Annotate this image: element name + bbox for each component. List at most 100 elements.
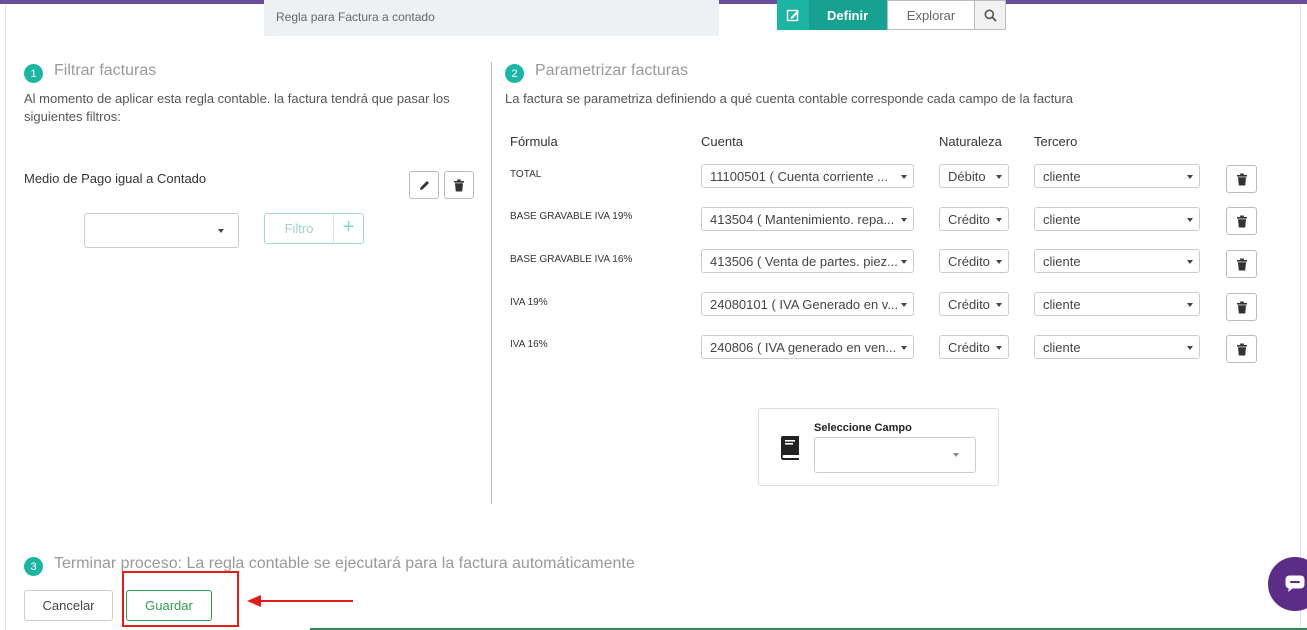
trash-icon [1236, 258, 1247, 270]
book-icon [781, 436, 799, 460]
tercero-value: cliente [1043, 340, 1081, 355]
chevron-down-icon [901, 260, 907, 264]
edit-icon[interactable] [777, 0, 809, 30]
tab-definir[interactable]: Definir [809, 0, 887, 30]
step-1-badge: 1 [24, 64, 43, 83]
frame-border-left [5, 4, 6, 630]
tercero-select[interactable]: cliente [1034, 335, 1200, 359]
chevron-down-icon [901, 303, 907, 307]
trash-icon [1236, 343, 1247, 355]
rule-name-field[interactable]: Regla para Factura a contado [264, 0, 719, 36]
chevron-down-icon [996, 175, 1002, 179]
annotation-arrow [247, 595, 353, 607]
naturaleza-value: Crédito [948, 340, 990, 355]
step-1-description: Al momento de aplicar esta regla contabl… [24, 91, 450, 124]
tercero-select[interactable]: cliente [1034, 249, 1200, 273]
select-field-label: Seleccione Campo [814, 422, 912, 434]
cuenta-select[interactable]: 240806 ( IVA generado en ven... [701, 335, 914, 359]
edit-filter-button[interactable] [409, 171, 439, 199]
pencil-icon [419, 180, 429, 190]
chevron-down-icon [996, 346, 1002, 350]
cuenta-select[interactable]: 11100501 ( Cuenta corriente ... [701, 164, 914, 188]
chevron-down-icon [996, 218, 1002, 222]
column-header-tercero: Tercero [1034, 134, 1078, 149]
step-1-title: Filtrar facturas [54, 62, 157, 79]
tercero-select[interactable]: cliente [1034, 207, 1200, 231]
cuenta-value: 413506 ( Venta de partes. piez... [710, 254, 898, 269]
plus-icon: + [342, 216, 355, 238]
naturaleza-select[interactable]: Crédito [939, 249, 1009, 273]
delete-row-button[interactable] [1226, 335, 1257, 363]
tercero-value: cliente [1043, 297, 1081, 312]
naturaleza-value: Crédito [948, 254, 990, 269]
cuenta-value: 240806 ( IVA generado en ven... [710, 340, 897, 355]
column-header-formula: Fórmula [510, 134, 558, 149]
delete-row-button[interactable] [1226, 293, 1257, 321]
step-3-badge: 3 [24, 557, 43, 576]
tercero-select[interactable]: cliente [1034, 164, 1200, 188]
select-field-dropdown[interactable] [814, 437, 976, 473]
cuenta-select[interactable]: 413504 ( Mantenimiento. repa... [701, 207, 914, 231]
select-field-panel: Seleccione Campo [758, 408, 999, 486]
chevron-down-icon [1187, 175, 1193, 179]
chevron-down-icon [901, 346, 907, 350]
chevron-down-icon [1187, 303, 1193, 307]
delete-row-button[interactable] [1226, 207, 1257, 235]
filter-condition-text: Medio de Pago igual a Contado [24, 171, 207, 186]
naturaleza-select[interactable]: Crédito [939, 335, 1009, 359]
step-2-title: Parametrizar facturas [535, 62, 688, 79]
naturaleza-value: Débito [948, 169, 986, 184]
chevron-down-icon [1187, 218, 1193, 222]
trash-icon [1236, 301, 1247, 313]
chat-icon [1285, 575, 1305, 592]
column-header-naturaleza: Naturaleza [939, 134, 1002, 149]
formula-label: BASE GRAVABLE IVA 19% [510, 211, 633, 222]
cuenta-select[interactable]: 413506 ( Venta de partes. piez... [701, 249, 914, 273]
search-icon[interactable] [975, 0, 1006, 30]
naturaleza-select[interactable]: Crédito [939, 207, 1009, 231]
chevron-down-icon [953, 453, 959, 457]
chevron-down-icon [901, 218, 907, 222]
formula-label: BASE GRAVABLE IVA 16% [510, 254, 633, 265]
chevron-down-icon [218, 229, 224, 233]
chevron-down-icon [996, 303, 1002, 307]
naturaleza-value: Crédito [948, 212, 990, 227]
step-2-badge: 2 [505, 64, 524, 83]
filter-field-select[interactable] [84, 213, 239, 248]
add-filter-button[interactable]: Filtro + [264, 213, 364, 244]
tercero-value: cliente [1043, 212, 1081, 227]
delete-filter-button[interactable] [444, 171, 474, 199]
delete-row-button[interactable] [1226, 250, 1257, 278]
column-header-cuenta: Cuenta [701, 134, 743, 149]
tercero-select[interactable]: cliente [1034, 292, 1200, 316]
formula-label: TOTAL [510, 169, 542, 180]
trash-icon [454, 179, 464, 191]
chevron-down-icon [1187, 260, 1193, 264]
tab-explorar[interactable]: Explorar [887, 0, 975, 30]
mode-tabs: Definir Explorar [777, 0, 1006, 30]
naturaleza-select[interactable]: Débito [939, 164, 1009, 188]
tercero-value: cliente [1043, 169, 1081, 184]
chevron-down-icon [1187, 346, 1193, 350]
trash-icon [1236, 215, 1247, 227]
chevron-down-icon [996, 260, 1002, 264]
tercero-value: cliente [1043, 254, 1081, 269]
section-divider [491, 62, 492, 504]
chat-widget-button[interactable] [1268, 557, 1307, 611]
naturaleza-value: Crédito [948, 297, 990, 312]
trash-icon [1236, 173, 1247, 185]
chevron-down-icon [901, 175, 907, 179]
cuenta-select[interactable]: 24080101 ( IVA Generado en v... [701, 292, 914, 316]
step-2-description: La factura se parametriza definiendo a q… [505, 91, 1074, 106]
formula-label: IVA 19% [510, 297, 548, 308]
save-highlight-box [122, 571, 239, 627]
cuenta-value: 413504 ( Mantenimiento. repa... [710, 212, 895, 227]
naturaleza-select[interactable]: Crédito [939, 292, 1009, 316]
frame-border-right [1300, 4, 1301, 630]
cancel-button[interactable]: Cancelar [24, 590, 113, 621]
cuenta-value: 24080101 ( IVA Generado en v... [710, 297, 899, 312]
formula-label: IVA 16% [510, 339, 548, 350]
cuenta-value: 11100501 ( Cuenta corriente ... [710, 169, 889, 184]
delete-row-button[interactable] [1226, 165, 1257, 193]
add-filter-label: Filtro [284, 221, 314, 236]
